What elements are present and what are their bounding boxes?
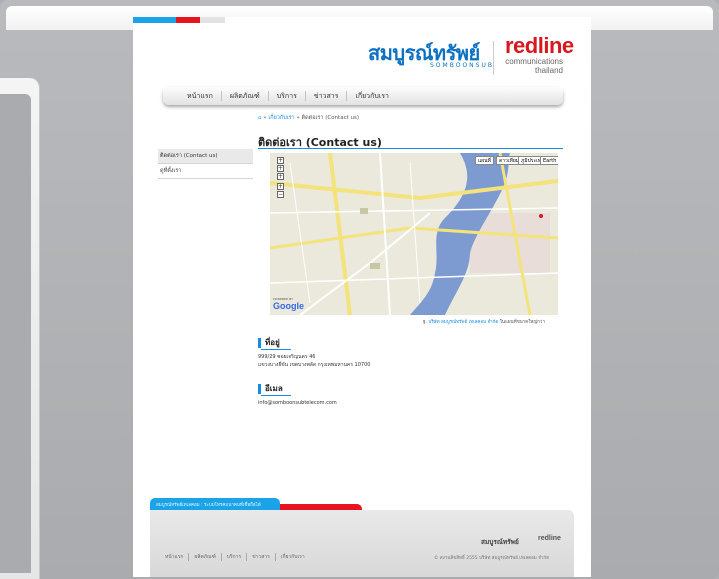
- map-zoom-out-button[interactable]: −: [277, 191, 284, 198]
- nav-item-about[interactable]: เกี่ยวกับเรา: [347, 91, 396, 101]
- footer-somboonsub-logo: สมบูรณ์ทรัพย์: [481, 538, 519, 546]
- footer-copyright: © สงวนลิขสิทธิ์ 2555 บริษัท สมบูรณ์ทรัพย…: [434, 556, 550, 561]
- background-window-content: [0, 94, 31, 573]
- home-icon[interactable]: ⌂: [258, 115, 262, 121]
- map-zoom-level[interactable]: +: [277, 173, 284, 180]
- email-heading: อีเมล: [258, 384, 291, 396]
- map-caption: ฐ. บริษัท สมบูรณ์ทรัพย์ เทเลคอม จำกัด ใน…: [423, 318, 545, 325]
- sidebar: ติดต่อเรา (Contact us) ดูที่ตั้งเรา: [158, 149, 253, 179]
- somboonsub-logo-sub: SOMBOONSUB: [430, 62, 494, 69]
- address-heading: ที่อยู่: [258, 338, 291, 350]
- nav-item-news[interactable]: ข่าวสาร: [306, 91, 348, 101]
- logo-divider: [493, 41, 494, 75]
- web-page: สมบูรณ์ทรัพย์ SOMBOONSUB redline communi…: [133, 17, 591, 577]
- nav-item-products[interactable]: ผลิตภัณฑ์: [222, 91, 269, 101]
- google-logo[interactable]: Google: [273, 301, 304, 311]
- top-bar-red: [176, 17, 200, 23]
- breadcrumb-sep-2: »: [296, 115, 300, 121]
- breadcrumb-current: ติดต่อเรา (Contact us): [301, 115, 359, 121]
- email-value[interactable]: info@somboonsubtelecom.com: [258, 399, 337, 407]
- address-line1: 999/29 ซอยเจริญนคร 46: [258, 354, 316, 360]
- map-caption-prefix: ฐ.: [423, 320, 427, 325]
- redline-sub-line1: communications: [505, 57, 563, 66]
- map-type-earth-button[interactable]: Earth: [540, 156, 558, 165]
- footer: หน้าแรก ผลิตภัณฑ์ บริการ ข่าวสาร เกี่ยวก…: [150, 510, 574, 577]
- breadcrumb-about[interactable]: เกี่ยวกับเรา: [268, 115, 294, 121]
- footer-link-about[interactable]: เกี่ยวกับเรา: [276, 553, 310, 561]
- map-caption-suffix[interactable]: ในแผนที่ขนาดใหญ่กว่า: [500, 320, 545, 325]
- map-type-map-button[interactable]: แผนที่: [475, 156, 494, 165]
- google-map[interactable]: แผนที่ ดาวเทียม ภูมิประเทศ Earth + + + +…: [270, 153, 558, 315]
- footer-redline-logo: redline: [538, 535, 561, 542]
- redline-logo-sub: communications thailand: [505, 57, 563, 75]
- redline-sub-line2: thailand: [534, 66, 563, 75]
- breadcrumb-sep: »: [263, 115, 267, 121]
- map-caption-link[interactable]: บริษัท สมบูรณ์ทรัพย์ เทเลคอม จำกัด: [428, 320, 498, 325]
- redline-logo[interactable]: redline: [505, 33, 574, 59]
- top-bar-gray: [200, 17, 225, 23]
- top-bar-blue: [133, 17, 176, 23]
- main-nav: หน้าแรก ผลิตภัณฑ์ บริการ ข่าวสาร เกี่ยวก…: [163, 87, 563, 105]
- footer-link-services[interactable]: บริการ: [222, 553, 248, 561]
- title-underline: [258, 148, 563, 149]
- footer-links: หน้าแรก ผลิตภัณฑ์ บริการ ข่าวสาร เกี่ยวก…: [165, 553, 310, 561]
- breadcrumb: ⌂ » เกี่ยวกับเรา » ติดต่อเรา (Contact us…: [258, 114, 359, 122]
- address-text: 999/29 ซอยเจริญนคร 46 แขวงบางยี่ขัน เขตบ…: [258, 353, 370, 369]
- map-zoom-in-button[interactable]: +: [277, 165, 284, 172]
- address-line2: แขวงบางยี่ขัน เขตบางพลัด กรุงเทพมหานคร 1…: [258, 362, 371, 368]
- top-color-bars: [133, 17, 225, 23]
- background-window: [0, 78, 40, 579]
- nav-item-services[interactable]: บริการ: [269, 91, 306, 101]
- sidebar-item-contact[interactable]: ติดต่อเรา (Contact us): [158, 149, 253, 164]
- footer-link-news[interactable]: ข่าวสาร: [247, 553, 276, 561]
- map-pan-control[interactable]: +: [277, 157, 284, 164]
- map-canvas: [270, 153, 558, 315]
- google-logo-text: Google: [273, 301, 304, 311]
- map-zoom-slider[interactable]: +: [277, 183, 284, 190]
- footer-tab: สมบูรณ์ทรัพย์เทเลคอม : ระบบโทรคมนาคมที่เ…: [150, 498, 280, 510]
- sidebar-item-location[interactable]: ดูที่ตั้งเรา: [158, 164, 253, 179]
- footer-link-products[interactable]: ผลิตภัณฑ์: [189, 553, 222, 561]
- footer-link-home[interactable]: หน้าแรก: [165, 553, 190, 561]
- nav-item-home[interactable]: หน้าแรก: [179, 91, 222, 101]
